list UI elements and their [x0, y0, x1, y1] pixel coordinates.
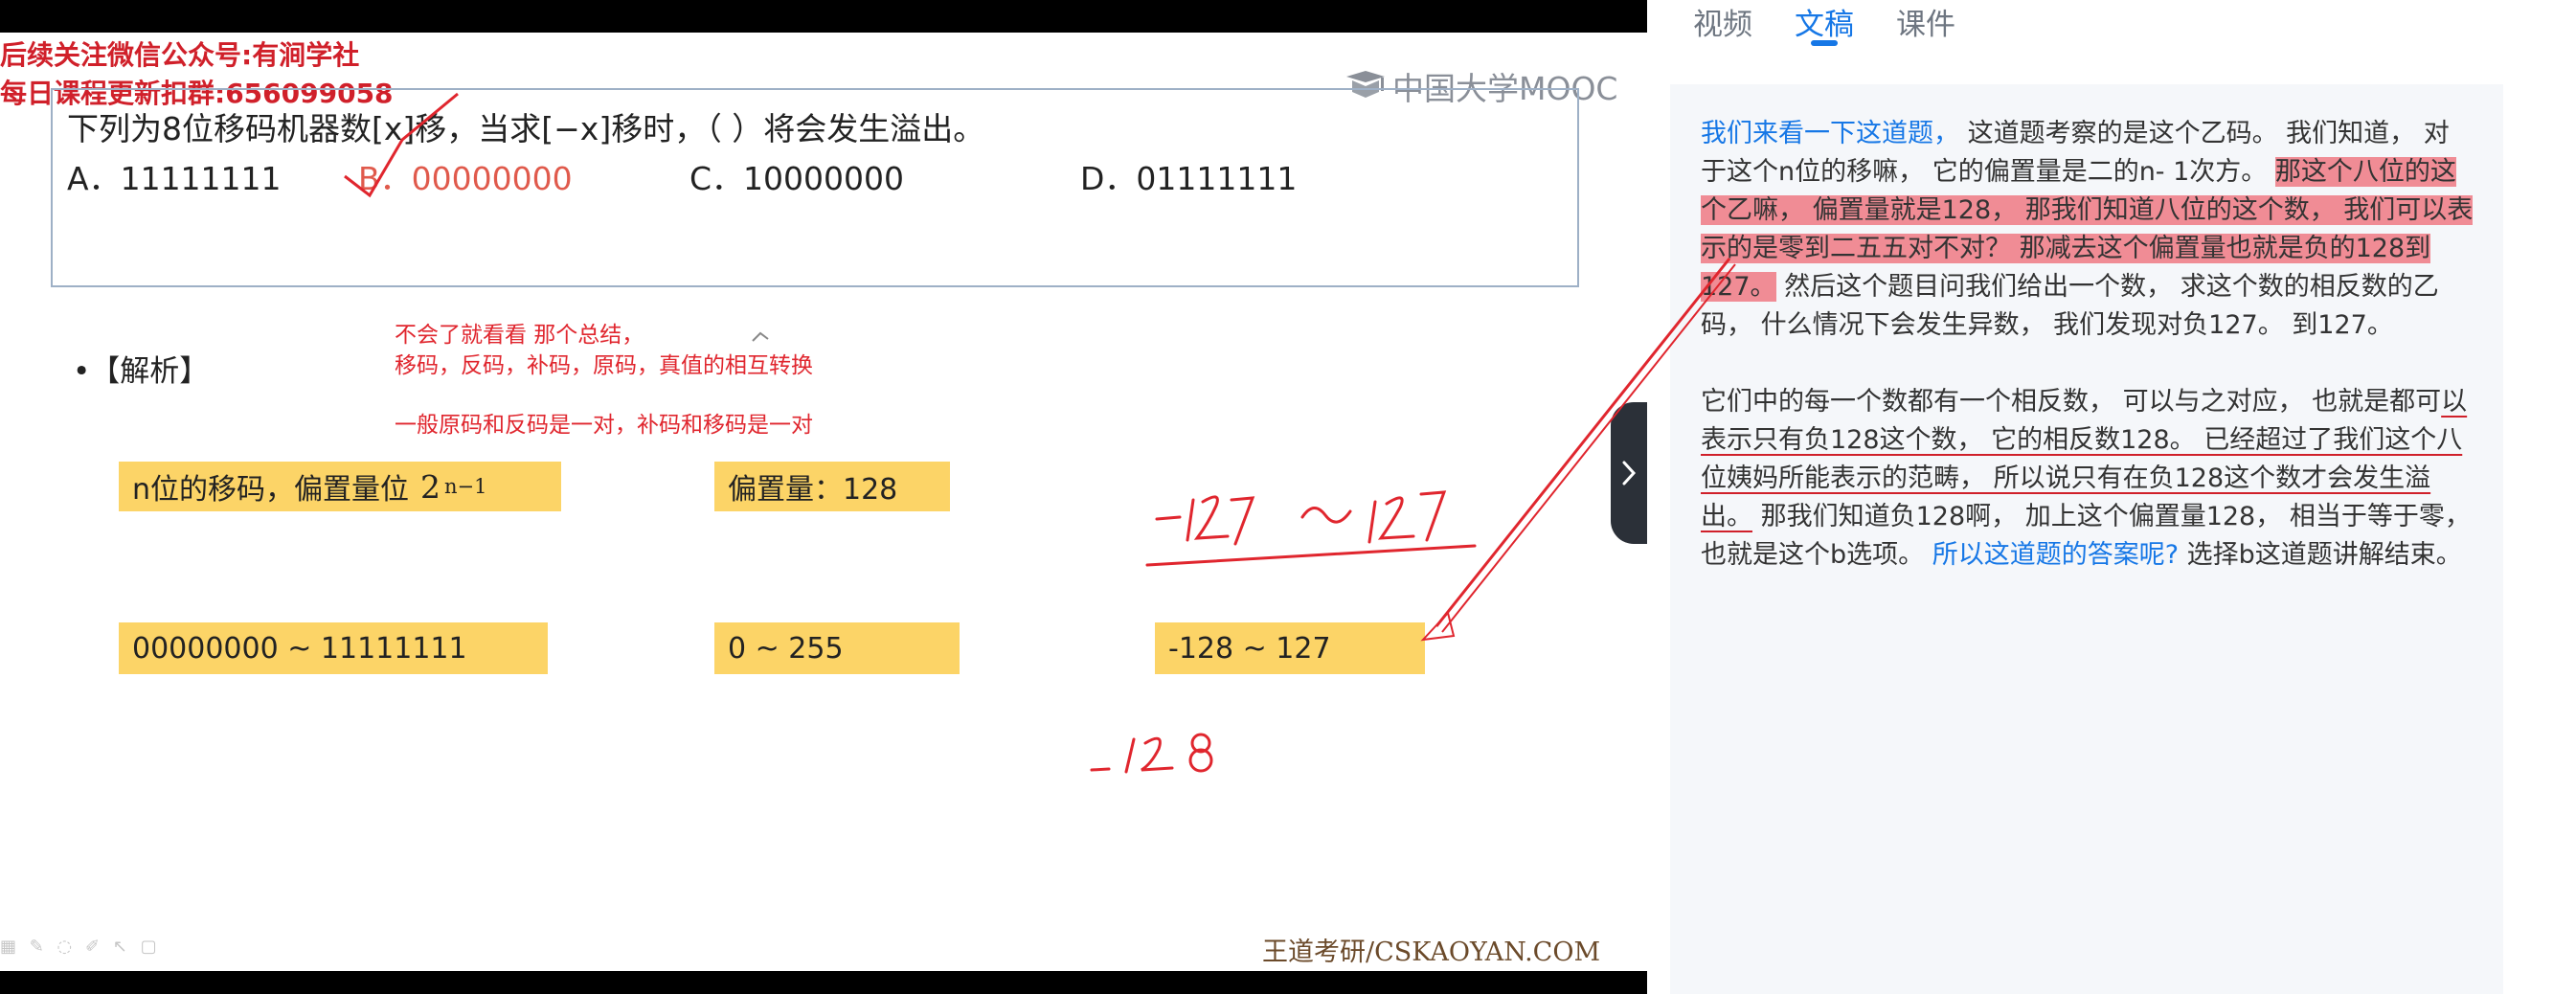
- transcript-segment-link[interactable]: 我们来看一下这道题，: [1701, 119, 1959, 148]
- transcript-paragraph: 我们来看一下这道题， 这道题考察的是这个乙码。 我们知道， 对于这个n位的移嘛，…: [1701, 115, 2474, 345]
- content-tabs: 视频 文稿 课件: [1693, 0, 1955, 50]
- tab-courseware[interactable]: 课件: [1896, 0, 1955, 50]
- transcript-paragraph: 它们中的每一个数都有一个相反数， 可以与之对应， 也就是都可以表示只有负128这…: [1701, 383, 2474, 575]
- transcript-segment[interactable]: 选择b这道题讲解结束。: [2179, 540, 2462, 570]
- tab-transcript[interactable]: 文稿: [1795, 0, 1854, 50]
- video-player[interactable]: 后续关注微信公众号:有涧学社 每日课程更新扣群:656099058 中国大学MO…: [0, 0, 1647, 994]
- handwritten-minus128: [1090, 733, 1213, 774]
- handwritten-range: [1145, 490, 1477, 567]
- checkmark-icon: [344, 92, 459, 198]
- watermark: 王道考研/CSKAOYAN.COM: [1262, 938, 1601, 967]
- player-tool-icons[interactable]: ▦ ✎ ◌ ✐ ↖ ▢: [0, 937, 161, 957]
- collapse-panel-button[interactable]: [1611, 402, 1647, 544]
- tab-video[interactable]: 视频: [1693, 0, 1752, 50]
- handwritten-annotations: [344, 92, 1477, 774]
- transcript-panel: 我们来看一下这道题， 这道题考察的是这个乙码。 我们知道， 对于这个n位的移嘛，…: [1670, 84, 2503, 994]
- transcript-text: 我们来看一下这道题， 这道题考察的是这个乙码。 我们知道， 对于这个n位的移嘛，…: [1701, 115, 2474, 575]
- transcript-segment[interactable]: 它们中的每一个数都有一个相反数， 可以与之对应， 也就是都可: [1701, 387, 2441, 417]
- transcript-segment-link[interactable]: 所以这道题的答案呢?: [1932, 540, 2179, 570]
- lecture-slide: 后续关注微信公众号:有涧学社 每日课程更新扣群:656099058 中国大学MO…: [0, 33, 1647, 971]
- chevron-right-icon: [1622, 461, 1637, 486]
- transcript-segment[interactable]: 然后这个题目问我们给出一个数， 求这个数的相反数的乙码， 什么情况下会发生异数，…: [1701, 272, 2439, 340]
